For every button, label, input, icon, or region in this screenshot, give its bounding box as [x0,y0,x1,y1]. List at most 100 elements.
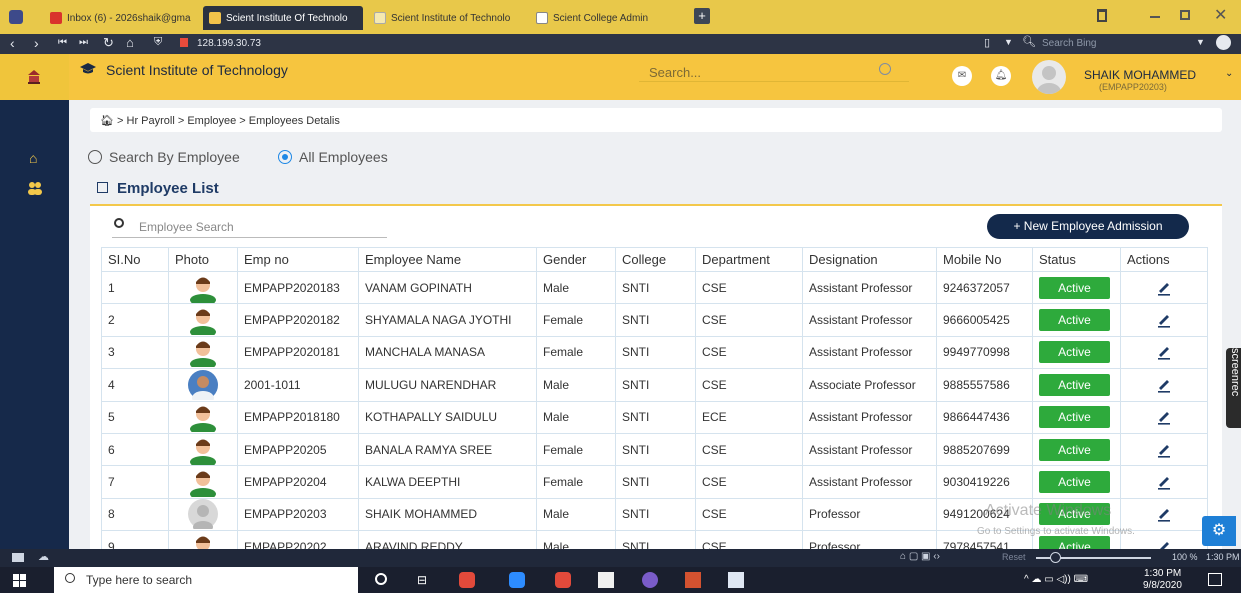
cell-desig: Associate Professor [802,368,937,402]
table-row[interactable]: 7 EMPAPP20204 KALWA DEEPTHI Female SNTI CSE As… [101,465,1208,499]
taskbar-time[interactable]: 1:30 PM [1144,568,1181,579]
breadcrumb-text[interactable]: > Hr Payroll > Employee > Employees Deta… [117,115,340,127]
screenrec-badge[interactable]: screenrec [1226,348,1241,428]
back-icon[interactable]: ‹ [10,35,15,51]
search-engine-icon: 🔍︎ [1022,36,1036,48]
column-header[interactable]: Status [1032,247,1121,272]
taskbar-date[interactable]: 9/8/2020 [1143,580,1182,591]
column-header[interactable]: SI.No [101,247,169,272]
zoom-slider-handle[interactable] [1050,552,1061,563]
forward-icon[interactable]: › [34,35,39,51]
messages-icon[interactable]: ✉ [952,66,972,86]
header-search-input[interactable]: Search... [639,62,909,82]
tab-college-admin[interactable]: Scient College Admin [530,8,680,28]
column-header[interactable]: Designation [802,247,937,272]
close-button[interactable]: ✕ [1214,5,1227,25]
edit-pencil-icon[interactable] [1156,377,1172,393]
column-header[interactable]: Department [695,247,803,272]
panel-toggle-icon[interactable] [12,553,24,562]
tab-inbox[interactable]: Inbox (6) - 2026shaik@gma [44,8,194,28]
user-avatar[interactable] [1032,60,1066,94]
home-icon[interactable]: 🏠︎ [100,115,114,127]
sidebar-users-icon[interactable] [27,180,43,196]
restore-button[interactable] [1180,10,1190,20]
radio-checked-icon[interactable] [278,150,292,164]
table-row[interactable]: 5 EMPAPP2018180 KOTHAPALLY SAIDULU Male SNTI… [101,400,1208,434]
new-employee-admission-button[interactable]: + New Employee Admission [987,214,1189,239]
column-header[interactable]: Photo [168,247,238,272]
column-header[interactable]: College [615,247,696,272]
settings-gear-button[interactable]: ⚙ [1202,516,1236,546]
edit-pencil-icon[interactable] [1156,506,1172,523]
notifications-icon[interactable]: 🔔︎ [991,66,1011,86]
edit-pencil-icon[interactable] [1156,312,1172,328]
employee-search-field[interactable]: Employee Search [112,216,387,238]
address-bar[interactable]: 128.199.30.73 [197,38,261,49]
new-tab-button[interactable]: + [694,8,710,24]
browser-search-input[interactable]: Search Bing [1042,38,1096,49]
tab-scient-institute-2[interactable]: Scient Institute of Technolo [368,8,526,28]
task-view-icon[interactable]: ⊟ [417,573,427,587]
minimize-button[interactable] [1150,16,1160,18]
browser-menu-icon[interactable] [9,10,23,24]
cloud-icon[interactable]: ☁ [38,550,49,563]
column-header[interactable]: Actions [1120,247,1208,272]
browser-taskbar-icon[interactable] [642,572,658,588]
edit-pencil-icon[interactable] [1156,409,1172,425]
edit-pencil-icon[interactable] [1156,442,1172,458]
filter-all-employees[interactable]: All Employees [278,149,388,165]
tab-scient-institute[interactable]: Scient Institute Of Technolo [203,6,363,30]
radio-unchecked-icon[interactable] [88,150,102,164]
last-page-icon[interactable]: ⏭ [79,37,88,48]
status-active-button[interactable]: Active [1039,276,1110,299]
bookmark-icon[interactable]: ▯ [984,36,990,49]
status-icons[interactable]: ⌂ ▢ ▣ ‹› [900,551,940,562]
zoom-reset[interactable]: Reset [1002,552,1026,562]
table-row[interactable]: 2 EMPAPP2020182 SHYAMALA NAGA JYOTHI Female… [101,303,1208,337]
column-header[interactable]: Employee Name [358,247,537,272]
cell-name: MULUGU NARENDHAR [358,368,537,402]
trash-icon[interactable] [1097,9,1107,22]
dropdown-icon[interactable]: ▼ [1196,37,1205,47]
table-row[interactable]: 3 EMPAPP2020181 MANCHALA MANASA Female SNTI C… [101,335,1208,370]
cortana-icon[interactable] [375,573,387,585]
vivaldi-taskbar-icon-2[interactable] [555,572,571,588]
cell-status: Active [1032,335,1121,370]
user-menu-chevron-icon[interactable]: ⌄ [1225,68,1233,79]
edit-pencil-icon[interactable] [1156,280,1172,296]
column-header[interactable]: Gender [536,247,616,272]
status-active-button[interactable]: Active [1039,406,1110,429]
table-row[interactable]: 6 EMPAPP20205 BANALA RAMYA SREE Female SNTI C… [101,432,1208,467]
status-active-button[interactable]: Active [1039,341,1110,364]
table-row[interactable]: 1 EMPAPP2020183 VANAM GOPINATH Male SNTI CSE A… [101,270,1208,305]
publisher-taskbar-icon[interactable] [728,572,744,588]
status-active-button[interactable]: Active [1039,309,1110,332]
reload-icon[interactable]: ↻ [103,35,114,51]
windows-start-icon[interactable] [13,574,26,587]
home-icon[interactable]: ⌂ [126,35,134,50]
edit-pencil-icon[interactable] [1156,344,1172,361]
taskbar-search-box[interactable]: Type here to search [54,567,358,593]
vivaldi-taskbar-icon[interactable] [459,572,475,588]
status-active-button[interactable]: Active [1039,373,1110,396]
edit-pencil-icon[interactable] [1156,474,1172,490]
column-header[interactable]: Emp no [237,247,359,272]
user-name[interactable]: SHAIK MOHAMMED [1084,68,1196,82]
table-row[interactable]: 4 2001-1011 MULUGU NARENDHAR Male SNTI CSE Ass… [101,368,1208,402]
powerpoint-taskbar-icon[interactable] [685,572,701,588]
profile-icon[interactable] [1216,35,1231,50]
zoom-taskbar-icon[interactable] [509,572,525,588]
first-page-icon[interactable]: ⏮ [58,37,67,48]
dropdown-icon[interactable]: ▼ [1004,37,1013,47]
status-active-button[interactable]: Active [1039,438,1110,461]
cell-name: SHAIK MOHAMMED [358,497,537,532]
search-icon[interactable] [879,63,891,75]
store-taskbar-icon[interactable] [598,572,614,588]
cell-dept: CSE [695,270,803,305]
sidebar-home-icon[interactable]: ⌂ [29,150,37,166]
status-active-button[interactable]: Active [1039,471,1110,494]
column-header[interactable]: Mobile No [936,247,1033,272]
notification-center-icon[interactable] [1208,573,1222,586]
filter-search-by-employee[interactable]: Search By Employee [88,149,240,165]
system-tray-icons[interactable]: ^ ☁ ▭ ◁)) ⌨ [1024,574,1088,585]
